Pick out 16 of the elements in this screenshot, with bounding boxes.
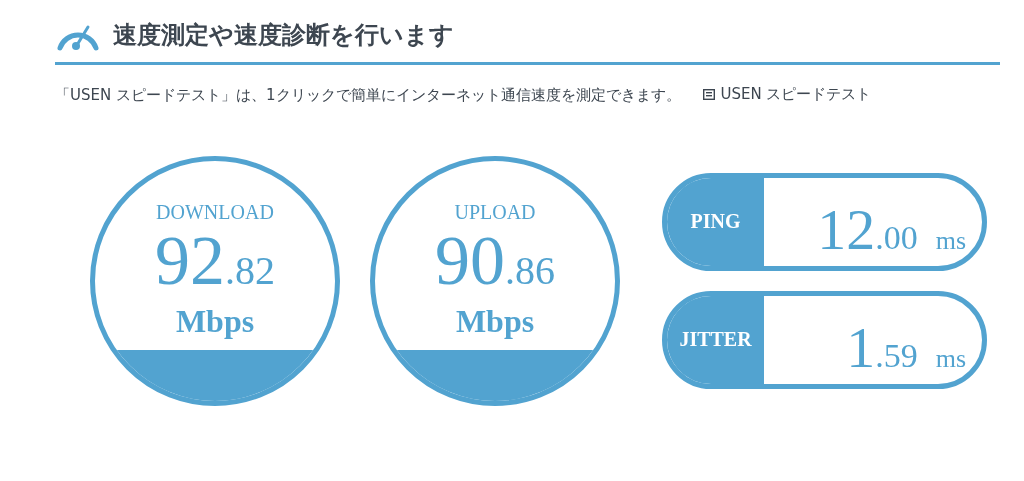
speed-value: 90.86 bbox=[435, 227, 555, 301]
metric-value: 12.00 bbox=[817, 195, 918, 263]
speedtest-link[interactable]: USEN スピードテスト bbox=[702, 79, 872, 109]
metric-label: JITTER bbox=[667, 295, 764, 384]
metric-unit: ms bbox=[935, 343, 966, 374]
description-text: 「USEN スピードテスト」は、1クリックで簡単にインターネット通信速度を測定できます。 USEN スピードテスト bbox=[55, 79, 1000, 110]
speed-unit: Mbps bbox=[455, 303, 535, 338]
document-icon bbox=[702, 88, 715, 100]
page-heading: 速度測定や速度診断を行います bbox=[113, 20, 454, 51]
metric-unit: ms bbox=[935, 225, 966, 256]
gauge-label: DOWNLOAD bbox=[156, 200, 274, 224]
metric-label: PING bbox=[667, 177, 764, 266]
metric-value: 1.59 bbox=[846, 313, 918, 381]
speed-unit: Mbps bbox=[175, 303, 255, 338]
speed-value: 92.82 bbox=[155, 227, 275, 301]
gauge-label: UPLOAD bbox=[454, 200, 536, 224]
